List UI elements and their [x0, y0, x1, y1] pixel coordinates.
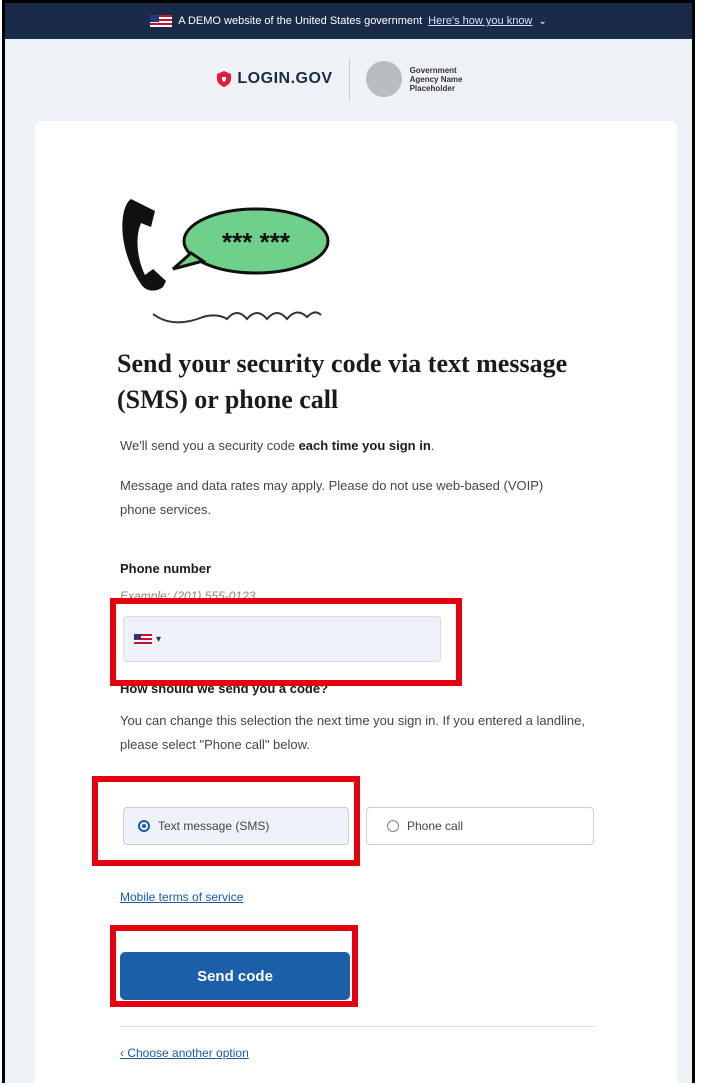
security-code-mask: *** *** — [222, 227, 291, 257]
main-card: *** *** Send your security code via text… — [35, 121, 677, 1083]
rates-note: Message and data rates may apply. Please… — [120, 478, 544, 517]
option-text-message-label: Text message (SMS) — [158, 819, 270, 833]
option-phone-call[interactable]: Phone call — [366, 807, 594, 845]
page-title: Send your security code via text message… — [117, 349, 568, 414]
intro-text: We'll send you a security code each time… — [120, 438, 435, 453]
phone-number-label: Phone number — [120, 561, 212, 576]
heres-how-you-know-link[interactable]: Here's how you know — [428, 15, 532, 27]
choose-another-option-link[interactable]: ‹ Choose another option — [120, 1046, 249, 1060]
logo-text: LOGIN.GOV — [237, 70, 333, 87]
login-gov-logo: LOGIN.GOV — [217, 70, 332, 88]
delivery-method-label: How should we send you a code? — [120, 681, 329, 696]
send-code-button[interactable]: Send code — [120, 952, 350, 1000]
agency-name: Government Agency Name Placeholder — [409, 65, 463, 93]
phone-number-field[interactable]: ▾ — [123, 616, 441, 662]
agency-header: LOGIN.GOV Government Agency Name Placeho… — [5, 39, 692, 119]
radio-selected-icon[interactable] — [138, 820, 150, 832]
country-dropdown-caret-icon[interactable]: ▾ — [156, 634, 161, 645]
shield-icon — [217, 71, 232, 87]
us-flag-icon — [150, 15, 173, 27]
section-divider — [120, 1026, 596, 1027]
banner-text: A DEMO website of the United States gove… — [178, 15, 423, 27]
phone-sms-illustration: *** *** — [122, 199, 330, 324]
radio-unselected-icon[interactable] — [387, 820, 399, 832]
option-text-message[interactable]: Text message (SMS) — [123, 807, 349, 845]
phone-example-hint: Example: (201) 555-0123 — [120, 589, 256, 603]
page-frame: A DEMO website of the United States gove… — [2, 0, 695, 1083]
header-divider — [348, 58, 350, 100]
mobile-terms-link[interactable]: Mobile terms of service — [120, 890, 243, 904]
us-flag-icon[interactable] — [134, 634, 152, 644]
gov-banner: A DEMO website of the United States gove… — [5, 3, 692, 39]
agency-logo-placeholder — [365, 61, 402, 97]
option-phone-call-label: Phone call — [407, 819, 464, 833]
delivery-method-hint: You can change this selection the next t… — [120, 713, 585, 752]
chevron-down-icon[interactable]: ⌄ — [538, 16, 546, 27]
